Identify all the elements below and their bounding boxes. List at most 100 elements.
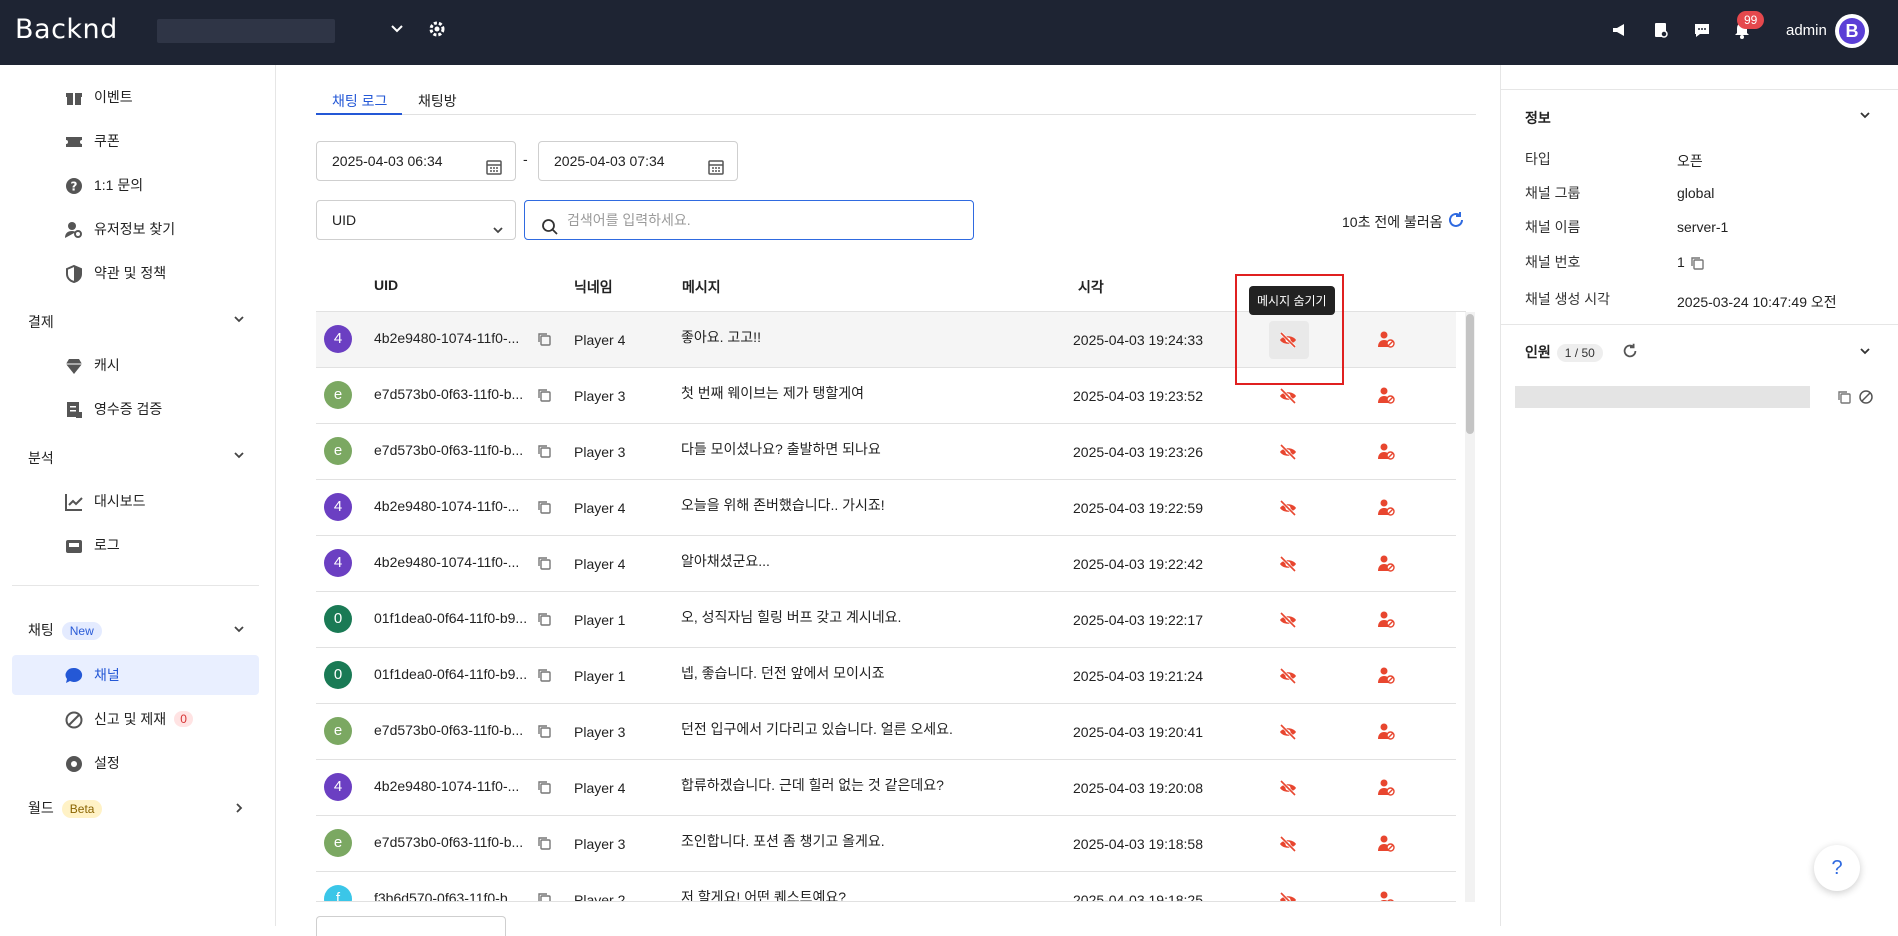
sidebar-item-user-search[interactable]: 유저정보 찾기 xyxy=(12,209,259,249)
table-row[interactable]: 4 4b2e9480-1074-11f0-... Player 4 합류하겠습니다. … xyxy=(316,760,1456,816)
chevron-down-icon xyxy=(491,213,505,251)
channel-number: 1 xyxy=(1677,254,1685,270)
sidebar-item-receipt[interactable]: 영수증 검증 xyxy=(12,389,259,429)
sidebar-item-inquiry[interactable]: ? 1:1 문의 xyxy=(12,165,259,205)
calendar-icon[interactable] xyxy=(485,152,503,190)
project-select[interactable] xyxy=(157,19,335,43)
block-icon[interactable] xyxy=(1858,389,1874,410)
ban-user-icon[interactable] xyxy=(1376,609,1396,632)
logo[interactable]: Backnd xyxy=(15,14,118,45)
table-row[interactable]: e e7d573b0-0f63-11f0-b... Player 3 조인합니다. 포… xyxy=(316,816,1456,872)
eye-off-icon[interactable] xyxy=(1278,834,1298,857)
chevron-down-icon[interactable] xyxy=(232,312,246,331)
ban-user-icon[interactable] xyxy=(1376,777,1396,800)
eye-off-icon[interactable] xyxy=(1278,890,1298,901)
copy-icon[interactable] xyxy=(536,667,552,686)
chevron-right-icon[interactable] xyxy=(232,801,246,820)
date-to-input[interactable]: 2025-04-03 07:34 xyxy=(538,141,738,181)
sidebar-item-policy[interactable]: 약관 및 정책 xyxy=(12,253,259,293)
megaphone-icon[interactable] xyxy=(1610,20,1630,45)
sidebar-group-label: 채팅 xyxy=(28,622,54,638)
eye-off-icon[interactable] xyxy=(1278,442,1298,465)
help-button[interactable]: ? xyxy=(1814,845,1860,891)
sidebar-group-world[interactable]: 월드 Beta xyxy=(28,798,103,818)
copy-icon[interactable] xyxy=(536,779,552,798)
copy-icon[interactable] xyxy=(1836,389,1852,410)
members-title[interactable]: 인원 1 / 50 xyxy=(1525,342,1603,362)
date-from-input[interactable]: 2025-04-03 06:34 xyxy=(316,141,516,181)
avatar[interactable]: B xyxy=(1835,14,1869,48)
page-size-select[interactable] xyxy=(316,916,506,936)
table-row[interactable]: 0 01f1dea0-0f64-11f0-b9... Player 1 오, 성직자님… xyxy=(316,592,1456,648)
ban-user-icon[interactable] xyxy=(1376,329,1396,352)
eye-off-icon[interactable] xyxy=(1278,554,1298,577)
table-row[interactable]: 4 4b2e9480-1074-11f0-... Player 4 알아채셨군요...… xyxy=(316,536,1456,592)
copy-icon[interactable] xyxy=(536,611,552,630)
eye-off-icon[interactable] xyxy=(1278,778,1298,801)
ban-user-icon[interactable] xyxy=(1376,497,1396,520)
calendar-icon[interactable] xyxy=(707,152,725,190)
copy-icon[interactable] xyxy=(536,835,552,854)
copy-icon[interactable] xyxy=(536,723,552,742)
copy-icon[interactable] xyxy=(1689,255,1705,274)
sidebar-group-payment[interactable]: 결제 xyxy=(28,312,54,332)
eye-off-icon[interactable] xyxy=(1278,498,1298,521)
table-row[interactable]: e e7d573b0-0f63-11f0-b... Player 3 던전 입구에서 … xyxy=(316,704,1456,760)
member-entry xyxy=(1515,386,1810,408)
eye-off-icon[interactable] xyxy=(1278,386,1298,409)
ban-user-icon[interactable] xyxy=(1376,889,1396,901)
sidebar-item-report[interactable]: 신고 및 제재 0 xyxy=(12,699,259,739)
copy-icon[interactable] xyxy=(536,387,552,406)
table-row[interactable]: 4 4b2e9480-1074-11f0-... Player 4 오늘을 위해 존버… xyxy=(316,480,1456,536)
inbox-icon xyxy=(64,536,84,556)
refresh-icon[interactable] xyxy=(1621,342,1639,365)
sidebar-item-log[interactable]: 로그 xyxy=(12,525,259,565)
table-row[interactable]: e e7d573b0-0f63-11f0-b... Player 3 다들 모이셨나요… xyxy=(316,424,1456,480)
copy-icon[interactable] xyxy=(536,891,552,901)
table-row[interactable]: 0 01f1dea0-0f64-11f0-b9... Player 1 넵, 좋습니다… xyxy=(316,648,1456,704)
chevron-down-icon[interactable] xyxy=(389,20,405,41)
tab-chat-room[interactable]: 채팅방 xyxy=(418,91,457,111)
eye-off-icon[interactable] xyxy=(1278,610,1298,633)
sidebar-group-analytics[interactable]: 분석 xyxy=(28,448,54,468)
copy-icon[interactable] xyxy=(536,499,552,518)
eye-off-icon[interactable] xyxy=(1278,666,1298,689)
search-type-select[interactable]: UID xyxy=(316,200,516,240)
tab-chat-log[interactable]: 채팅 로그 xyxy=(332,91,387,111)
search-input[interactable]: 검색어를 입력하세요. xyxy=(524,200,974,240)
table-row[interactable]: f f3b6d570-0f63-11f0-b... Player 2 저 할게요! 어… xyxy=(316,872,1456,902)
eye-off-icon[interactable] xyxy=(1278,722,1298,745)
chevron-down-icon[interactable] xyxy=(1858,344,1872,363)
info-title[interactable]: 정보 xyxy=(1525,108,1551,128)
ban-user-icon[interactable] xyxy=(1376,385,1396,408)
sidebar-item-event[interactable]: 이벤트 xyxy=(12,77,259,117)
sidebar-item-cash[interactable]: 캐시 xyxy=(12,345,259,385)
ban-user-icon[interactable] xyxy=(1376,665,1396,688)
sidebar-item-coupon[interactable]: 쿠폰 xyxy=(12,121,259,161)
copy-icon[interactable] xyxy=(536,331,552,350)
question-icon: ? xyxy=(64,176,84,196)
chevron-down-icon[interactable] xyxy=(232,448,246,467)
chevron-down-icon[interactable] xyxy=(232,622,246,641)
chevron-down-icon[interactable] xyxy=(1858,108,1872,127)
ban-user-icon[interactable] xyxy=(1376,721,1396,744)
sidebar-item-label: 1:1 문의 xyxy=(94,177,144,193)
scrollbar-thumb[interactable] xyxy=(1466,314,1474,434)
message-icon[interactable] xyxy=(1692,20,1712,45)
user-avatar: 0 xyxy=(324,661,352,689)
gear-icon[interactable] xyxy=(427,19,447,44)
date-from-value: 2025-04-03 06:34 xyxy=(332,153,443,169)
copy-icon[interactable] xyxy=(536,555,552,574)
refresh-icon[interactable] xyxy=(1446,210,1466,235)
ban-user-icon[interactable] xyxy=(1376,441,1396,464)
ban-user-icon[interactable] xyxy=(1376,833,1396,856)
document-icon[interactable] xyxy=(1651,20,1671,45)
copy-icon[interactable] xyxy=(536,443,552,462)
settings-icon xyxy=(64,754,84,774)
admin-name[interactable]: admin xyxy=(1786,22,1827,39)
ban-user-icon[interactable] xyxy=(1376,553,1396,576)
sidebar-item-settings[interactable]: 설정 xyxy=(12,743,259,783)
sidebar-item-dashboard[interactable]: 대시보드 xyxy=(12,481,259,521)
sidebar-item-channel[interactable]: 채널 xyxy=(12,655,259,695)
sidebar-group-chat[interactable]: 채팅 New xyxy=(28,620,102,640)
